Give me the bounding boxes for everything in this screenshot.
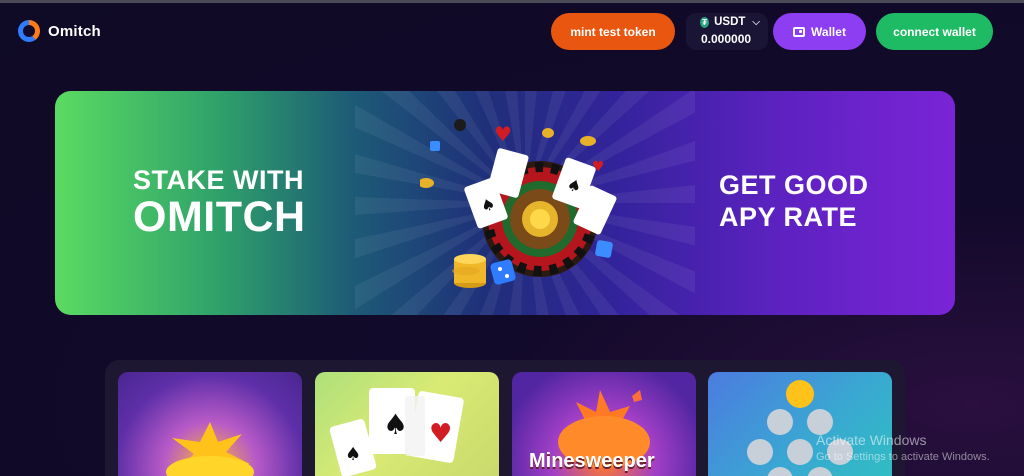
game-card-2[interactable]: ♠ ♠ ♥ — [315, 372, 499, 476]
wallet-button[interactable]: Wallet — [773, 13, 866, 50]
logo-icon — [18, 20, 40, 42]
wallet-icon — [793, 26, 806, 37]
svg-text:♠: ♠ — [383, 408, 408, 441]
banner-headline-left: STAKE WITH OMITCH — [133, 167, 306, 239]
token-balance-selector[interactable]: ₮ USDT ⌵ 0.000000 — [686, 13, 768, 50]
svg-text:♥: ♥ — [494, 122, 512, 146]
connect-wallet-button[interactable]: connect wallet — [876, 13, 993, 50]
casino-roulette-illustration: ♠ ♠ ♥ ♥ — [420, 119, 617, 288]
stake-banner[interactable]: STAKE WITH OMITCH ♠ ♠ ♥ ♥ GET GOOD APY R… — [55, 91, 955, 315]
token-symbol: USDT — [714, 16, 746, 28]
mint-test-token-button[interactable]: mint test token — [551, 13, 675, 50]
token-select[interactable]: ₮ USDT ⌵ — [694, 16, 760, 28]
playing-cards-icon: ♠ ♠ ♥ — [329, 388, 464, 476]
svg-text:♥: ♥ — [592, 159, 605, 175]
banner-left-line2: OMITCH — [133, 193, 306, 241]
tether-icon: ₮ — [700, 16, 710, 28]
game-card-1[interactable] — [118, 372, 302, 476]
token-balance: 0.000000 — [701, 32, 752, 46]
windows-activation-title: Activate Windows — [816, 432, 927, 448]
windows-activation-subtitle: Go to Settings to activate Windows. — [816, 451, 990, 463]
game-card-minesweeper[interactable]: Minesweeper — [512, 372, 696, 476]
svg-text:♥: ♥ — [429, 419, 452, 449]
chevron-down-icon[interactable]: ⌵ — [752, 17, 760, 28]
banner-left-line1: STAKE WITH — [133, 165, 304, 195]
svg-text:♠: ♠ — [345, 444, 361, 465]
games-grid: ♠ ♠ ♥ Minesweeper — [105, 360, 905, 476]
brand-name: Omitch — [48, 22, 101, 40]
game-title-minesweeper: Minesweeper — [529, 450, 655, 472]
banner-headline-right: GET GOOD APY RATE — [719, 169, 869, 233]
banner-right-line2: APY RATE — [719, 202, 858, 232]
coin-stack-icon — [452, 254, 486, 288]
banner-right-line1: GET GOOD — [719, 170, 869, 200]
explosion-icon — [166, 422, 254, 476]
brand-logo[interactable]: Omitch — [18, 20, 101, 42]
window-top-border — [0, 0, 1024, 3]
wallet-label: Wallet — [811, 24, 846, 39]
